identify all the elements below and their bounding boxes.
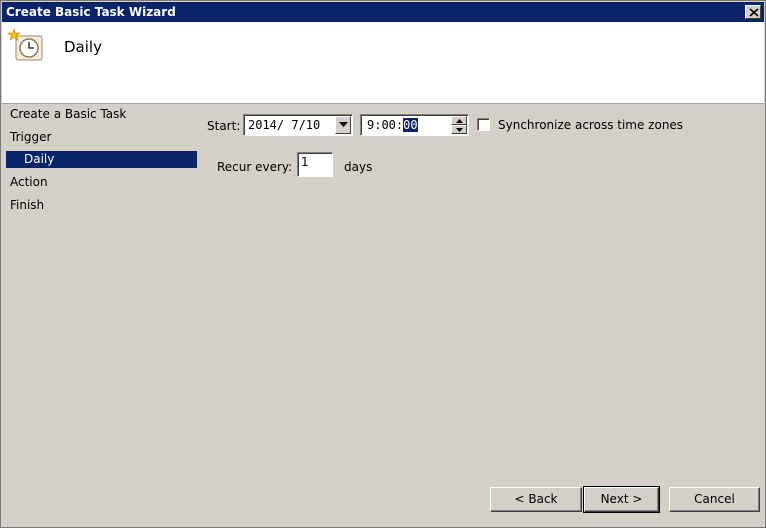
back-button[interactable]: < Back xyxy=(490,487,582,512)
start-date-picker[interactable]: 2014/ 7/10 xyxy=(243,114,353,136)
close-icon xyxy=(749,8,759,17)
nav-item-finish[interactable]: Finish xyxy=(10,197,44,214)
start-time-picker[interactable]: 9:00:00 xyxy=(360,114,469,136)
task-clock-icon xyxy=(7,28,43,61)
next-button[interactable]: Next > xyxy=(583,486,660,513)
spin-up-icon xyxy=(456,119,463,123)
nav-item-daily[interactable]: Daily xyxy=(6,151,197,168)
wizard-content: Start: 2014/ 7/10 9:00:00 Synchronize ac… xyxy=(198,105,764,525)
sync-timezones-label[interactable]: Synchronize across time zones xyxy=(498,118,683,132)
nav-item-action[interactable]: Action xyxy=(10,174,48,191)
nav-item-trigger[interactable]: Trigger xyxy=(10,129,51,146)
wizard-header: Daily xyxy=(2,22,764,104)
start-label: Start: xyxy=(207,119,241,133)
recur-days-input[interactable]: 1 xyxy=(297,152,333,177)
window-title: Create Basic Task Wizard xyxy=(6,5,176,19)
time-hours-minutes: 9:00: xyxy=(367,118,404,132)
chevron-down-icon xyxy=(339,122,348,127)
wizard-nav: Create a Basic Task Trigger Daily Action… xyxy=(2,105,198,525)
spin-down-icon xyxy=(456,128,463,132)
title-bar[interactable]: Create Basic Task Wizard xyxy=(2,2,764,22)
wizard-window: Create Basic Task Wizard Daily Create a … xyxy=(0,0,766,528)
time-seconds-selected[interactable]: 00 xyxy=(403,118,418,132)
sync-timezones-checkbox[interactable] xyxy=(477,118,490,131)
time-spin-up-button[interactable] xyxy=(451,116,467,125)
recur-every-label: Recur every: xyxy=(217,160,293,174)
date-dropdown-button[interactable] xyxy=(335,116,351,134)
page-title: Daily xyxy=(64,38,102,56)
cancel-button[interactable]: Cancel xyxy=(669,487,760,512)
close-button[interactable] xyxy=(745,5,761,19)
recur-unit-label: days xyxy=(344,160,373,174)
time-spin-down-button[interactable] xyxy=(451,125,467,134)
start-date-value: 2014/ 7/10 xyxy=(248,118,321,132)
nav-item-create-basic-task[interactable]: Create a Basic Task xyxy=(10,106,126,123)
start-time-value: 9:00:00 xyxy=(367,118,418,132)
